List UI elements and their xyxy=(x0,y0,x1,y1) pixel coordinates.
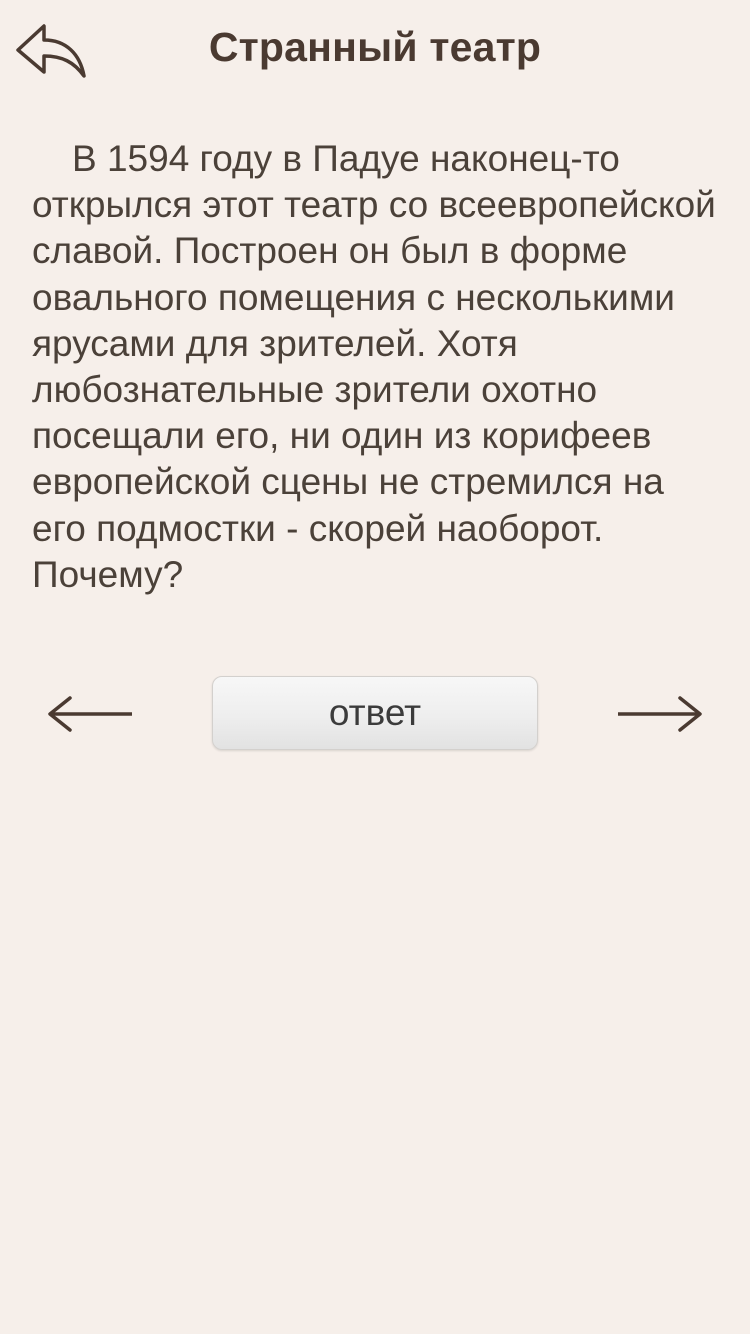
page-title: Странный театр xyxy=(208,24,542,70)
question-text: В 1594 году в Падуе наконец-то открылся … xyxy=(32,138,716,595)
answer-button[interactable]: ответ xyxy=(212,676,538,750)
arrow-left-icon xyxy=(48,696,132,732)
arrow-right-icon xyxy=(618,696,702,732)
navigation-row: ответ xyxy=(0,676,750,752)
header: Странный театр xyxy=(0,0,750,104)
next-question-button[interactable] xyxy=(614,690,706,738)
prev-question-button[interactable] xyxy=(44,690,136,738)
